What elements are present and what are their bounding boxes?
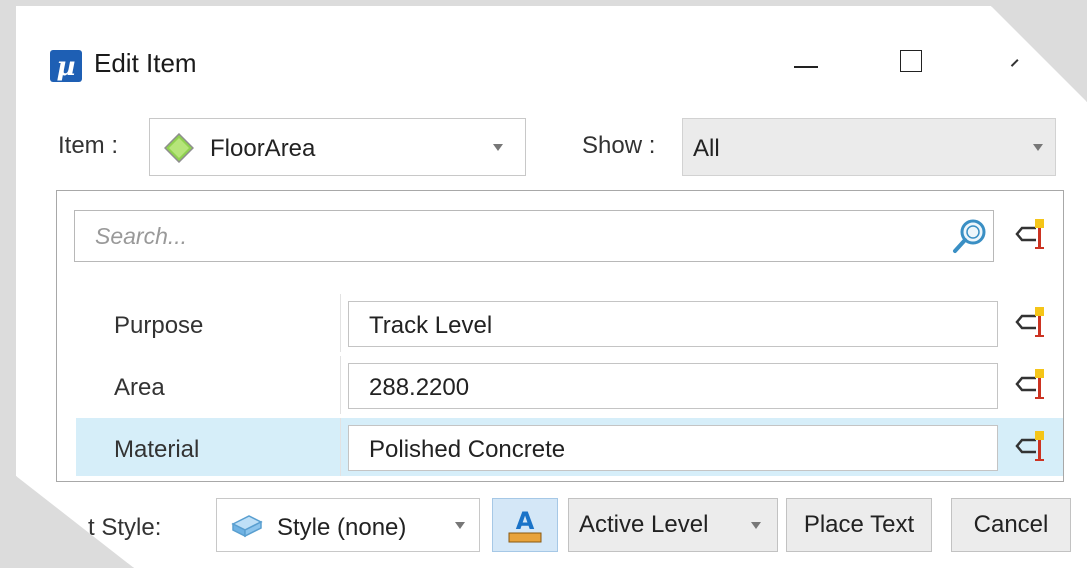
level-dropdown[interactable]: Active Level [568, 498, 778, 552]
text-style-label: t Style: [88, 514, 162, 541]
search-icon[interactable] [950, 216, 990, 256]
column-divider [340, 356, 341, 414]
show-value: All [693, 135, 720, 162]
text-color-button[interactable]: A [492, 498, 558, 552]
text-style-dropdown[interactable]: Style (none) [216, 498, 480, 552]
svg-text:A: A [516, 507, 535, 535]
item-dropdown[interactable]: FloorArea [149, 118, 526, 176]
property-label: Material [114, 436, 200, 463]
property-value-field[interactable]: Polished Concrete [348, 425, 998, 471]
property-label: Purpose [114, 312, 204, 339]
item-value: FloorArea [210, 135, 316, 162]
text-style-value: Style (none) [277, 514, 407, 541]
property-row-purpose[interactable]: Purpose Track Level [76, 294, 1063, 352]
column-divider [340, 294, 341, 352]
chevron-down-icon [751, 522, 761, 529]
maximize-button[interactable] [892, 46, 932, 82]
property-link-icon[interactable] [1014, 216, 1046, 252]
property-link-icon[interactable] [1014, 428, 1046, 464]
close-button[interactable] [998, 46, 1028, 82]
microstation-icon: µ [50, 50, 82, 82]
diamond-icon [163, 132, 195, 164]
property-link-icon[interactable] [1014, 366, 1046, 402]
column-divider [340, 418, 341, 476]
property-value-field[interactable]: Track Level [348, 301, 998, 347]
property-row-area[interactable]: Area 288.2200 [76, 356, 1063, 414]
svg-text:µ: µ [56, 52, 75, 82]
cancel-button[interactable]: Cancel [951, 498, 1071, 552]
item-label: Item : [58, 132, 119, 159]
property-value-field[interactable]: 288.2200 [348, 363, 998, 409]
text-color-icon: A [507, 505, 543, 545]
dialog-title: Edit Item [94, 48, 197, 78]
level-value: Active Level [579, 511, 709, 538]
search-input[interactable] [75, 211, 935, 261]
property-link-icon[interactable] [1014, 304, 1046, 340]
property-label: Area [114, 374, 165, 401]
chevron-down-icon [493, 144, 503, 151]
property-row-material[interactable]: Material Polished Concrete [76, 418, 1063, 476]
chevron-down-icon [455, 522, 465, 529]
text-style-icon [231, 512, 263, 540]
minimize-button[interactable] [786, 46, 826, 82]
chevron-down-icon [1033, 144, 1043, 151]
edit-item-dialog: µ Edit Item Item : FloorArea Show : All [16, 6, 1087, 568]
show-label: Show : [582, 132, 656, 159]
show-dropdown[interactable]: All [682, 118, 1056, 176]
place-text-button[interactable]: Place Text [786, 498, 932, 552]
search-box [74, 210, 994, 262]
